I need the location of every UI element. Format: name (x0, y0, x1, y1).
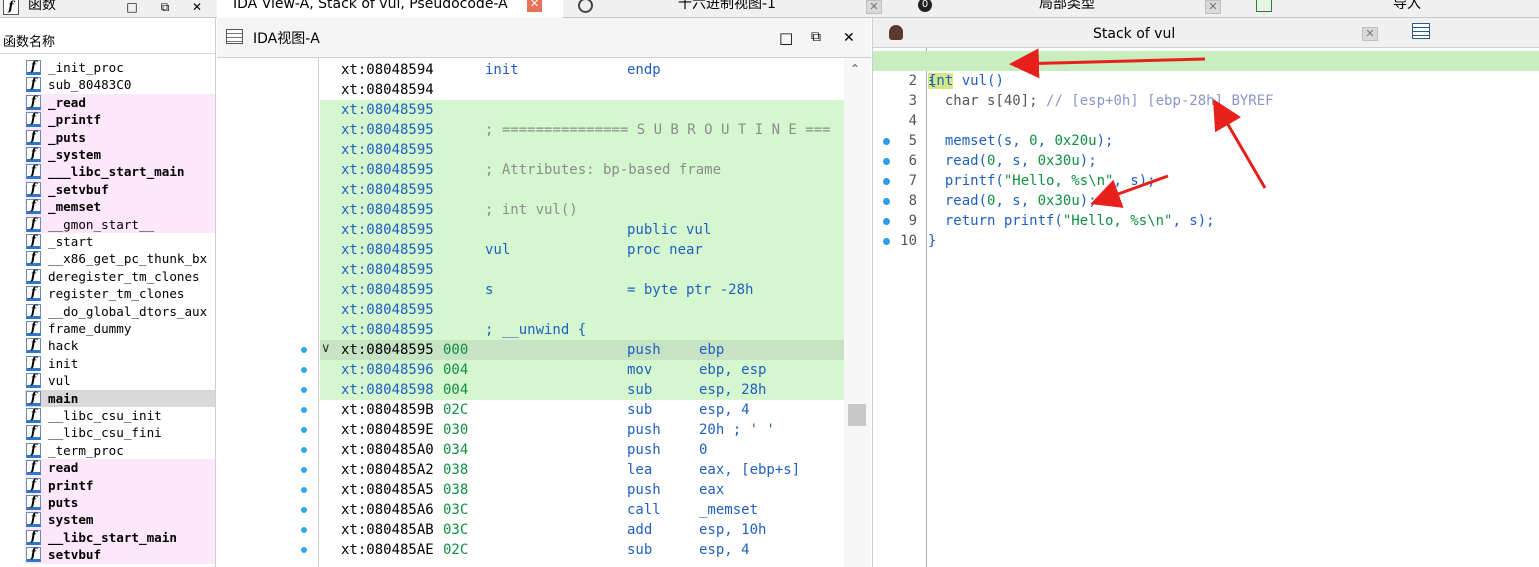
arrow-to-stack-offset (1212, 98, 1267, 189)
arrow-to-signature (1009, 48, 1206, 79)
arrow-to-second-read (1090, 174, 1169, 208)
annotation-arrows (1009, 48, 1267, 208)
